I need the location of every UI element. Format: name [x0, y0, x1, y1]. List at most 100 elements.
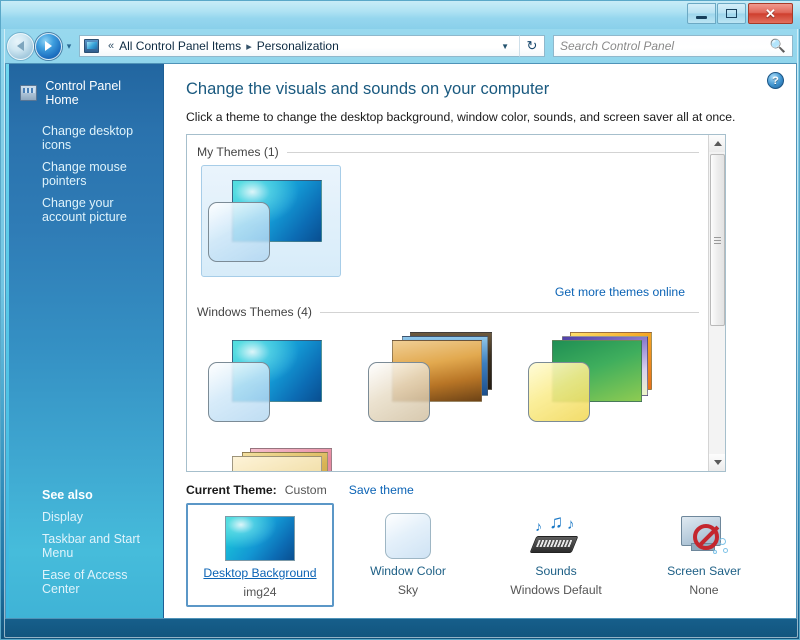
main-content: ? Change the visuals and sounds on your …	[164, 64, 796, 618]
themes-panel: My Themes (1) Get more themes online Win…	[186, 134, 726, 472]
sound-notes-icon: ♪ ♫ ♪	[529, 512, 583, 560]
scrollbar-up-button[interactable]	[709, 135, 725, 152]
recent-pages-button[interactable]: ▾	[62, 41, 76, 52]
group-label: Windows Themes (4)	[197, 305, 312, 319]
theme-row-my-themes	[197, 165, 699, 277]
sound-icon: ♪ ♫ ♪	[529, 510, 583, 562]
scrollbar-thumb[interactable]	[710, 154, 725, 326]
see-also-item-display[interactable]: Display	[6, 506, 163, 528]
get-more-themes-online-link[interactable]: Get more themes online	[555, 285, 685, 299]
get-more-themes-row: Get more themes online	[197, 277, 699, 299]
current-theme-value: Custom	[284, 483, 327, 497]
search-input[interactable]: Search Control Panel 🔍	[553, 35, 793, 57]
wallpaper-layer	[232, 456, 322, 471]
refresh-icon: ↻	[526, 38, 538, 53]
theme-item-nature[interactable]	[521, 325, 661, 437]
setting-screen-saver[interactable]: Screen Saver None	[630, 503, 778, 607]
scrollbar-down-button[interactable]	[709, 454, 725, 471]
page-title: Change the visuals and sounds on your co…	[186, 80, 550, 98]
setting-title[interactable]: Screen Saver	[667, 564, 741, 578]
current-theme-row: Current Theme: Custom Save theme	[186, 483, 778, 497]
theme-preview-landscapes	[366, 332, 496, 430]
chevron-up-icon	[713, 141, 722, 146]
group-header-windows-themes: Windows Themes (4)	[197, 305, 699, 319]
address-bar-row: ▾ « All Control Panel Items ▸ Personaliz…	[1, 29, 800, 63]
sidebar: Control Panel Home Change desktop icons …	[6, 64, 164, 618]
back-button[interactable]	[7, 32, 34, 60]
sidebar-item-control-panel-home[interactable]: Control Panel Home	[6, 76, 163, 110]
see-also-section: See also Display Taskbar and Start Menu …	[6, 486, 163, 600]
keyboard-icon	[529, 536, 579, 553]
search-icon: 🔍	[769, 38, 786, 53]
setting-value: Sky	[397, 583, 419, 597]
close-button[interactable]: ✕	[748, 3, 793, 24]
maximize-button[interactable]	[717, 3, 746, 24]
help-icon[interactable]: ?	[767, 72, 784, 89]
theme-preview-nature	[526, 332, 656, 430]
search-placeholder: Search Control Panel	[560, 39, 675, 53]
see-also-item-taskbar-and-start-menu[interactable]: Taskbar and Start Menu	[6, 528, 163, 564]
sidebar-item-label: Control Panel Home	[45, 79, 122, 107]
theme-item-custom[interactable]	[201, 165, 341, 277]
minimize-button[interactable]	[687, 3, 716, 24]
theme-item-architecture[interactable]	[201, 325, 341, 437]
monitor-blocked-icon	[677, 512, 731, 560]
group-header-my-themes: My Themes (1)	[197, 145, 699, 159]
themes-scrollbar[interactable]	[708, 135, 725, 471]
refresh-button[interactable]: ↻	[519, 35, 545, 57]
breadcrumb-overflow-icon[interactable]: «	[108, 40, 114, 52]
maximize-icon	[726, 9, 737, 18]
bubble-icon	[713, 550, 717, 554]
bubble-icon	[719, 538, 726, 545]
breadcrumb-separator-icon: ▸	[246, 40, 252, 53]
setting-sounds[interactable]: ♪ ♫ ♪ Sounds Windows Default	[482, 503, 630, 607]
sidebar-item-change-desktop-icons[interactable]: Change desktop icons	[6, 120, 163, 156]
minimize-icon	[696, 15, 707, 19]
desktop-background-thumbnail	[225, 515, 295, 561]
back-arrow-icon	[17, 41, 24, 51]
group-label: My Themes (1)	[197, 145, 279, 159]
setting-window-color[interactable]: Window Color Sky	[334, 503, 482, 607]
theme-preview-characters	[206, 448, 336, 471]
theme-item-characters[interactable]	[201, 441, 341, 471]
control-panel-home-icon	[20, 85, 38, 101]
window-frame: ✕ ▾ « All Control Panel Items ▸ Personal…	[0, 0, 800, 640]
themes-scroll-area: My Themes (1) Get more themes online Win…	[187, 135, 709, 471]
bubble-icon	[723, 548, 728, 553]
forward-button[interactable]	[35, 32, 62, 60]
close-icon: ✕	[765, 6, 776, 21]
breadcrumb-dropdown-icon[interactable]: ▼	[491, 42, 515, 51]
see-also-item-ease-of-access-center[interactable]: Ease of Access Center	[6, 564, 163, 600]
breadcrumb[interactable]: « All Control Panel Items ▸ Personalizat…	[79, 35, 519, 57]
window-glass-preview	[528, 362, 590, 422]
window-glass-preview	[368, 362, 430, 422]
group-divider	[286, 151, 699, 153]
setting-title[interactable]: Window Color	[370, 564, 446, 578]
screensaver-icon	[677, 510, 731, 562]
setting-value: Windows Default	[510, 583, 602, 597]
save-theme-link[interactable]: Save theme	[349, 483, 414, 497]
window-body: Control Panel Home Change desktop icons …	[5, 63, 797, 619]
breadcrumb-item-personalization[interactable]: Personalization	[257, 39, 339, 53]
setting-value: None	[689, 583, 719, 597]
theme-row-windows-themes-2	[197, 441, 699, 471]
setting-title[interactable]: Desktop Background	[203, 566, 316, 580]
setting-value: img24	[243, 585, 277, 599]
theme-settings-strip: Desktop Background img24 Window Color Sk…	[186, 503, 778, 607]
window-glass-preview	[208, 362, 270, 422]
group-divider	[319, 311, 699, 313]
theme-item-landscapes[interactable]	[361, 325, 501, 437]
setting-title[interactable]: Sounds	[535, 564, 576, 578]
theme-preview-aqua	[206, 172, 336, 270]
breadcrumb-item-all-control-panel-items[interactable]: All Control Panel Items	[119, 39, 241, 53]
chevron-down-icon: ▾	[66, 40, 72, 51]
theme-row-windows-themes-1	[197, 325, 699, 437]
sidebar-item-change-account-picture[interactable]: Change your account picture	[6, 192, 163, 228]
music-note-icon: ♫	[549, 512, 564, 533]
chevron-down-icon	[713, 460, 722, 465]
setting-desktop-background[interactable]: Desktop Background img24	[186, 503, 334, 607]
title-bar: ✕	[1, 1, 800, 29]
window-glass-preview	[208, 202, 270, 262]
theme-preview-architecture	[206, 332, 336, 430]
sidebar-item-change-mouse-pointers[interactable]: Change mouse pointers	[6, 156, 163, 192]
